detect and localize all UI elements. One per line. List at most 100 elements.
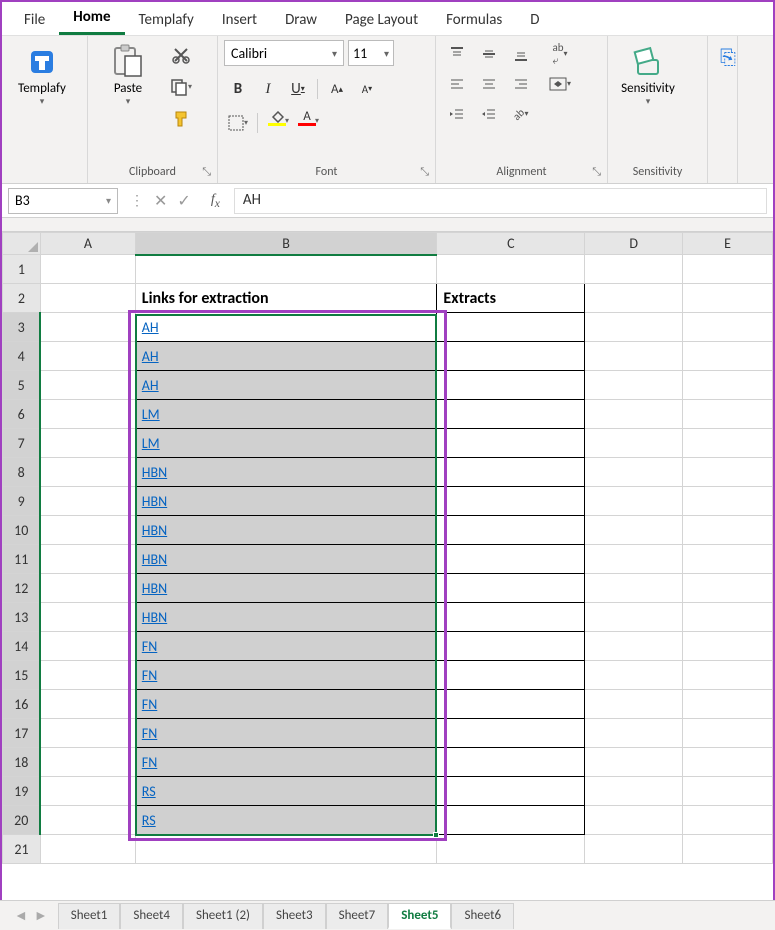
fill-color-button[interactable]: ▾ bbox=[263, 110, 291, 136]
sensitivity-button[interactable]: Sensitivity ▾ bbox=[614, 40, 682, 111]
cell-C17[interactable] bbox=[437, 719, 585, 748]
cell-B11[interactable]: HBN bbox=[135, 545, 437, 574]
cell-A9[interactable] bbox=[40, 487, 135, 516]
cell-A16[interactable] bbox=[40, 690, 135, 719]
cell-C16[interactable] bbox=[437, 690, 585, 719]
sheet-tab-sheet1-2-[interactable]: Sheet1 (2) bbox=[183, 903, 263, 929]
sheet-tab-sheet4[interactable]: Sheet4 bbox=[120, 903, 183, 929]
row-header-7[interactable]: 7 bbox=[3, 429, 41, 458]
ribbon-tab-formulas[interactable]: Formulas bbox=[432, 5, 516, 35]
cell-B10[interactable]: HBN bbox=[135, 516, 437, 545]
cell-B5[interactable]: AH bbox=[135, 371, 437, 400]
row-header-19[interactable]: 19 bbox=[3, 777, 41, 806]
hyperlink[interactable]: RS bbox=[142, 783, 156, 800]
hyperlink[interactable]: FN bbox=[142, 725, 157, 742]
decrease-font-button[interactable]: A▾ bbox=[353, 76, 381, 102]
align-center-button[interactable] bbox=[474, 70, 504, 98]
cell-C11[interactable] bbox=[437, 545, 585, 574]
cell-B8[interactable]: HBN bbox=[135, 458, 437, 487]
cell-E1[interactable] bbox=[683, 255, 773, 284]
cell-D6[interactable] bbox=[585, 400, 683, 429]
cell-C18[interactable] bbox=[437, 748, 585, 777]
cell-D19[interactable] bbox=[585, 777, 683, 806]
cell-B1[interactable] bbox=[135, 255, 437, 284]
row-header-8[interactable]: 8 bbox=[3, 458, 41, 487]
cell-A17[interactable] bbox=[40, 719, 135, 748]
cell-D7[interactable] bbox=[585, 429, 683, 458]
cell-D20[interactable] bbox=[585, 806, 683, 835]
row-header-18[interactable]: 18 bbox=[3, 748, 41, 777]
hyperlink[interactable]: AH bbox=[142, 377, 159, 394]
row-header-6[interactable]: 6 bbox=[3, 400, 41, 429]
cell-B18[interactable]: FN bbox=[135, 748, 437, 777]
row-header-20[interactable]: 20 bbox=[3, 806, 41, 835]
enter-icon[interactable]: ✓ bbox=[177, 191, 190, 211]
ribbon-tab-insert[interactable]: Insert bbox=[208, 5, 271, 35]
row-header-5[interactable]: 5 bbox=[3, 371, 41, 400]
cell-B2[interactable]: Links for extraction bbox=[135, 284, 437, 313]
cell-A18[interactable] bbox=[40, 748, 135, 777]
sheet-tab-sheet1[interactable]: Sheet1 bbox=[58, 903, 121, 929]
cell-D3[interactable] bbox=[585, 313, 683, 342]
col-header-E[interactable]: E bbox=[683, 233, 773, 255]
cell-D15[interactable] bbox=[585, 661, 683, 690]
cancel-icon[interactable]: ✕ bbox=[154, 191, 167, 211]
sheet-nav-prev[interactable]: ◄ bbox=[14, 907, 28, 924]
hyperlink[interactable]: LM bbox=[142, 406, 160, 423]
cell-B19[interactable]: RS bbox=[135, 777, 437, 806]
cell-A20[interactable] bbox=[40, 806, 135, 835]
cell-A14[interactable] bbox=[40, 632, 135, 661]
row-header-3[interactable]: 3 bbox=[3, 313, 41, 342]
cell-D17[interactable] bbox=[585, 719, 683, 748]
cell-C14[interactable] bbox=[437, 632, 585, 661]
align-bottom-button[interactable] bbox=[506, 40, 536, 68]
cell-C13[interactable] bbox=[437, 603, 585, 632]
grid[interactable]: ABCDE12Links for extractionExtracts3AH4A… bbox=[2, 232, 773, 864]
cell-A7[interactable] bbox=[40, 429, 135, 458]
row-header-10[interactable]: 10 bbox=[3, 516, 41, 545]
cell-E20[interactable] bbox=[683, 806, 773, 835]
formula-input[interactable]: AH bbox=[234, 188, 767, 214]
cell-D9[interactable] bbox=[585, 487, 683, 516]
cell-D12[interactable] bbox=[585, 574, 683, 603]
cell-E13[interactable] bbox=[683, 603, 773, 632]
cell-B20[interactable]: RS bbox=[135, 806, 437, 835]
hyperlink[interactable]: HBN bbox=[142, 609, 167, 626]
align-right-button[interactable] bbox=[506, 70, 536, 98]
hyperlink[interactable]: RS bbox=[142, 812, 156, 829]
cell-E17[interactable] bbox=[683, 719, 773, 748]
col-header-B[interactable]: B bbox=[135, 233, 437, 255]
merge-button[interactable]: ▾ bbox=[538, 70, 582, 98]
cell-C8[interactable] bbox=[437, 458, 585, 487]
col-header-C[interactable]: C bbox=[437, 233, 585, 255]
row-header-12[interactable]: 12 bbox=[3, 574, 41, 603]
cell-A13[interactable] bbox=[40, 603, 135, 632]
hyperlink[interactable]: HBN bbox=[142, 493, 167, 510]
align-left-button[interactable] bbox=[442, 70, 472, 98]
font-name-select[interactable]: Calibri ▾ bbox=[224, 40, 344, 66]
fx-icon[interactable]: fx bbox=[203, 192, 228, 210]
cell-A21[interactable] bbox=[40, 835, 135, 864]
cell-C6[interactable] bbox=[437, 400, 585, 429]
cell-C21[interactable] bbox=[437, 835, 585, 864]
ribbon-tab-d[interactable]: D bbox=[516, 5, 553, 35]
cell-B4[interactable]: AH bbox=[135, 342, 437, 371]
row-header-15[interactable]: 15 bbox=[3, 661, 41, 690]
sheet-nav-next[interactable]: ► bbox=[34, 907, 48, 924]
cell-C15[interactable] bbox=[437, 661, 585, 690]
cell-B12[interactable]: HBN bbox=[135, 574, 437, 603]
cell-A3[interactable] bbox=[40, 313, 135, 342]
hyperlink[interactable]: AH bbox=[142, 319, 159, 336]
align-middle-button[interactable] bbox=[474, 40, 504, 68]
orientation-button[interactable]: ab▾ bbox=[506, 100, 536, 128]
name-box[interactable]: B3 ▾ bbox=[8, 188, 118, 214]
cell-A6[interactable] bbox=[40, 400, 135, 429]
underline-button[interactable]: U▾ bbox=[284, 76, 312, 102]
cell-D8[interactable] bbox=[585, 458, 683, 487]
cell-C7[interactable] bbox=[437, 429, 585, 458]
cell-B16[interactable]: FN bbox=[135, 690, 437, 719]
cell-E14[interactable] bbox=[683, 632, 773, 661]
ribbon-tab-templafy[interactable]: Templafy bbox=[125, 5, 208, 35]
font-color-button[interactable]: A ▾ bbox=[293, 110, 321, 136]
cell-A19[interactable] bbox=[40, 777, 135, 806]
